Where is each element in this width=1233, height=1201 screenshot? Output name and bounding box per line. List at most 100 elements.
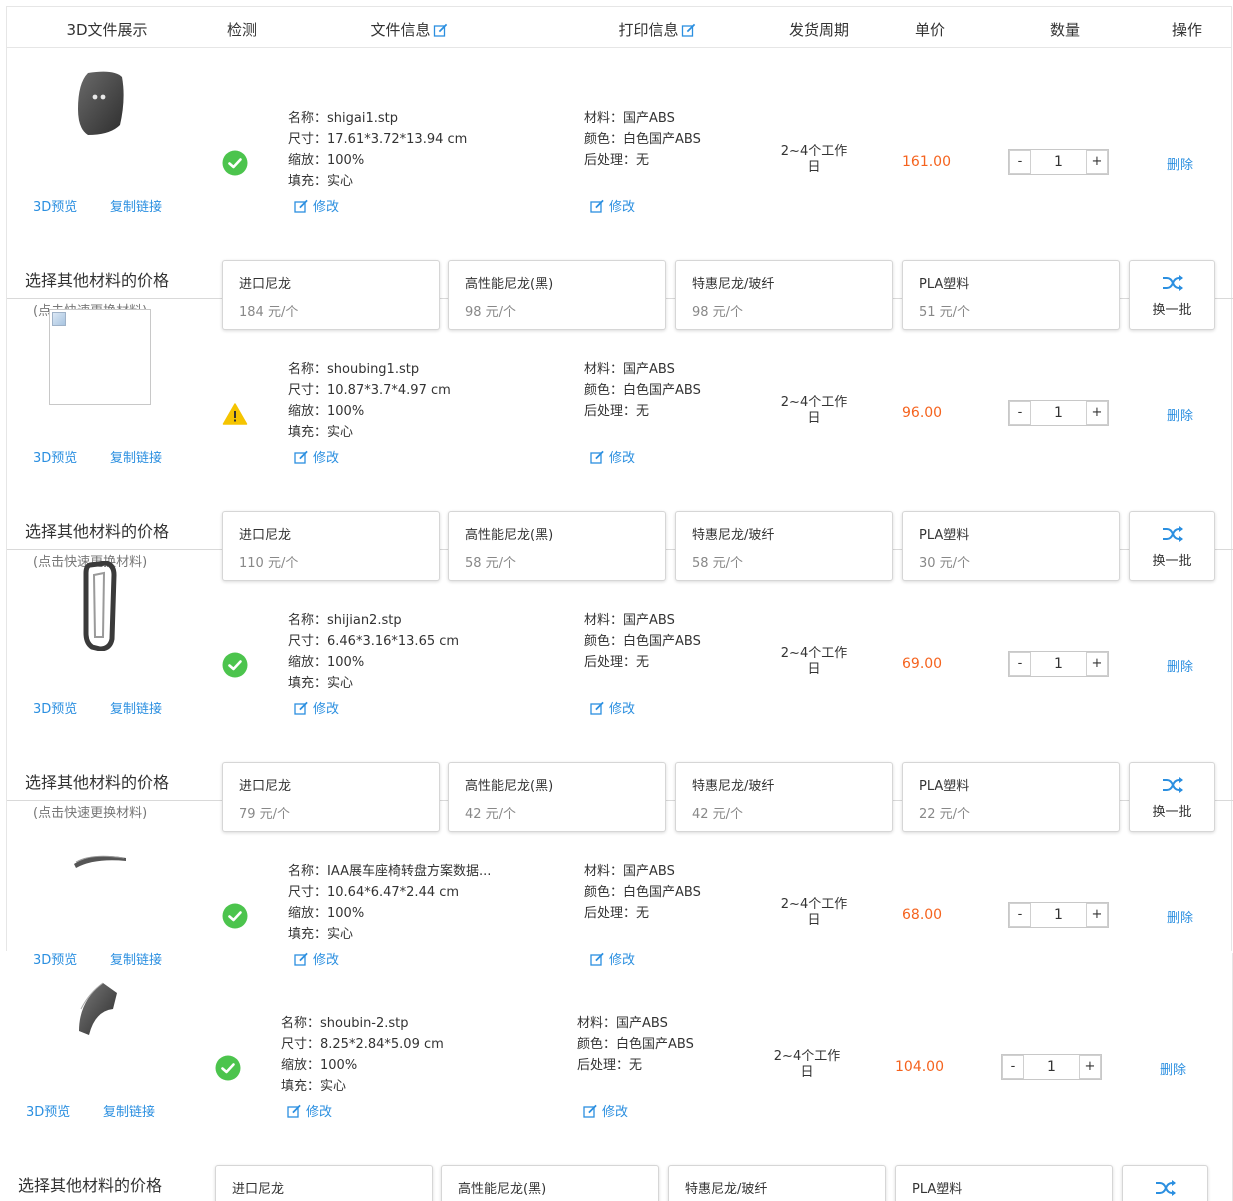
material-option-card[interactable]: 高性能尼龙(黑)63 元/个 xyxy=(441,1165,659,1201)
print-info: 材料：国产ABS 颜色：白色国产ABS 后处理：无 xyxy=(584,610,701,673)
alt-materials-title: 选择其他材料的价格 xyxy=(25,773,170,792)
delete-button[interactable]: 删除 xyxy=(1167,907,1193,926)
copy-link-button[interactable]: 复制链接 xyxy=(110,447,162,466)
broken-image-icon xyxy=(52,312,66,326)
material-option-name: 特惠尼龙/玻纤 xyxy=(692,277,775,292)
delete-button[interactable]: 删除 xyxy=(1167,405,1193,424)
delete-button[interactable]: 删除 xyxy=(1167,154,1193,173)
modify-file-button[interactable]: 修改 xyxy=(294,698,339,717)
modify-label: 修改 xyxy=(306,1105,333,1120)
edit-icon xyxy=(590,450,604,464)
print-info: 材料：国产ABS 颜色：白色国产ABS 后处理：无 xyxy=(584,359,701,422)
material-option-card[interactable]: 特惠尼龙/玻纤63 元/个 xyxy=(668,1165,886,1201)
file-size: 尺寸：6.46*3.16*13.65 cm xyxy=(288,634,460,649)
modify-print-button[interactable]: 修改 xyxy=(590,196,635,215)
delete-button[interactable]: 删除 xyxy=(1167,656,1193,675)
print-material: 材料：国产ABS xyxy=(584,111,675,126)
material-option-name: PLA塑料 xyxy=(912,1182,963,1197)
model-thumbnail[interactable] xyxy=(49,811,151,907)
quantity-stepper: -1 + xyxy=(1008,651,1109,677)
decrement-button[interactable]: - xyxy=(1009,150,1031,174)
model-thumbnail[interactable] xyxy=(42,963,144,1059)
ship-cycle-line1: 2~4个工作 xyxy=(780,897,848,912)
increment-button[interactable]: + xyxy=(1079,1055,1101,1079)
copy-link-button[interactable]: 复制链接 xyxy=(110,698,162,717)
modify-label: 修改 xyxy=(313,200,340,215)
header-print-info[interactable]: 打印信息 xyxy=(618,19,696,40)
file-name: 名称：shijian2.stp xyxy=(288,613,402,628)
cart-item: 3D预览 复制链接 名称：shoubin-2.stp 尺寸：8.25*2.84*5.0… xyxy=(0,953,1233,1201)
decrement-button[interactable]: - xyxy=(1002,1055,1024,1079)
file-size: 尺寸：10.64*6.47*2.44 cm xyxy=(288,885,460,900)
ship-cycle: 2~4个工作日 xyxy=(774,395,854,427)
material-option-name: 进口尼龙 xyxy=(239,528,292,543)
quantity-input[interactable]: 1 xyxy=(1031,150,1086,174)
file-fill: 填充：实心 xyxy=(288,425,354,440)
preview-3d-link[interactable]: 3D预览 xyxy=(33,698,77,717)
quantity-input[interactable]: 1 xyxy=(1024,1055,1079,1079)
ship-cycle-line1: 2~4个工作 xyxy=(780,144,848,159)
file-name: 名称：IAA展车座椅转盘方案数据... xyxy=(288,864,492,879)
alt-materials-title: 选择其他材料的价格 xyxy=(25,271,170,290)
header-check: 检测 xyxy=(226,21,258,39)
modify-file-button[interactable]: 修改 xyxy=(294,196,339,215)
material-option-name: 高性能尼龙(黑) xyxy=(465,779,554,794)
file-scale: 缩放：100% xyxy=(281,1058,358,1073)
increment-button[interactable]: + xyxy=(1086,150,1108,174)
print-info: 材料：国产ABS 颜色：白色国产ABS 后处理：无 xyxy=(577,1013,694,1076)
check-status xyxy=(215,1055,241,1081)
print-material: 材料：国产ABS xyxy=(584,864,675,879)
file-info: 名称：shoubing1.stp 尺寸：10.87*3.7*4.97 cm 缩放：1… xyxy=(288,359,451,443)
file-scale: 缩放：100% xyxy=(288,655,365,670)
check-status xyxy=(222,652,248,678)
ship-cycle-line2: 日 xyxy=(807,913,821,928)
copy-link-button[interactable]: 复制链接 xyxy=(103,1101,155,1120)
quantity-input[interactable]: 1 xyxy=(1031,652,1086,676)
edit-icon[interactable] xyxy=(681,23,696,37)
increment-button[interactable]: + xyxy=(1086,652,1108,676)
model-thumbnail[interactable] xyxy=(49,309,151,405)
increment-button[interactable]: + xyxy=(1086,401,1108,425)
material-option-card[interactable]: 进口尼龙119 元/个 xyxy=(215,1165,433,1201)
material-option-name: 高性能尼龙(黑) xyxy=(458,1182,547,1197)
material-option-card[interactable]: PLA塑料33 元/个 xyxy=(895,1165,1113,1201)
swap-batch-button[interactable]: 换一批 xyxy=(1122,1165,1208,1201)
delete-button[interactable]: 删除 xyxy=(1160,1059,1186,1078)
quantity-input[interactable]: 1 xyxy=(1031,401,1086,425)
preview-3d-link[interactable]: 3D预览 xyxy=(33,196,77,215)
cart-panel: 3D文件展示 检测 文件信息 打印信息 发货周期 单价 数量 操作 3D预览 复制… xyxy=(6,6,1233,968)
cart-item: 3D预览 复制链接 名称：shijian2.stp 尺寸：6.46*3.16*13.6… xyxy=(7,550,1233,832)
shuffle-icon xyxy=(1163,275,1183,291)
broken-image-icon xyxy=(52,312,66,326)
modify-print-button[interactable]: 修改 xyxy=(583,1101,628,1120)
header-file-info[interactable]: 文件信息 xyxy=(370,19,448,40)
print-color: 颜色：白色国产ABS xyxy=(584,383,701,398)
modify-print-button[interactable]: 修改 xyxy=(590,698,635,717)
shuffle-icon xyxy=(1163,526,1183,542)
preview-3d-link[interactable]: 3D预览 xyxy=(33,447,77,466)
increment-button[interactable]: + xyxy=(1086,903,1108,927)
check-status xyxy=(222,401,248,427)
modify-label: 修改 xyxy=(602,1105,629,1120)
material-option-name: PLA塑料 xyxy=(919,277,970,292)
model-thumbnail[interactable] xyxy=(49,58,151,154)
copy-link-button[interactable]: 复制链接 xyxy=(110,196,162,215)
print-color: 颜色：白色国产ABS xyxy=(584,132,701,147)
edit-icon[interactable] xyxy=(433,23,448,37)
decrement-button[interactable]: - xyxy=(1009,401,1031,425)
decrement-button[interactable]: - xyxy=(1009,903,1031,927)
print-post-process: 后处理：无 xyxy=(584,655,650,670)
quantity-input[interactable]: 1 xyxy=(1031,903,1086,927)
modify-print-button[interactable]: 修改 xyxy=(590,447,635,466)
modify-file-button[interactable]: 修改 xyxy=(294,447,339,466)
preview-3d-link[interactable]: 3D预览 xyxy=(26,1101,70,1120)
material-option-name: 高性能尼龙(黑) xyxy=(465,277,554,292)
alt-materials-title: 选择其他材料的价格 xyxy=(25,522,170,541)
decrement-button[interactable]: - xyxy=(1009,652,1031,676)
quantity-stepper: -1 + xyxy=(1008,400,1109,426)
model-thumbnail[interactable] xyxy=(49,560,151,656)
modify-file-button[interactable]: 修改 xyxy=(287,1101,332,1120)
file-name: 名称：shoubing1.stp xyxy=(288,362,420,377)
unit-price: 104.00 xyxy=(895,1059,944,1075)
print-post-process: 后处理：无 xyxy=(577,1058,643,1073)
